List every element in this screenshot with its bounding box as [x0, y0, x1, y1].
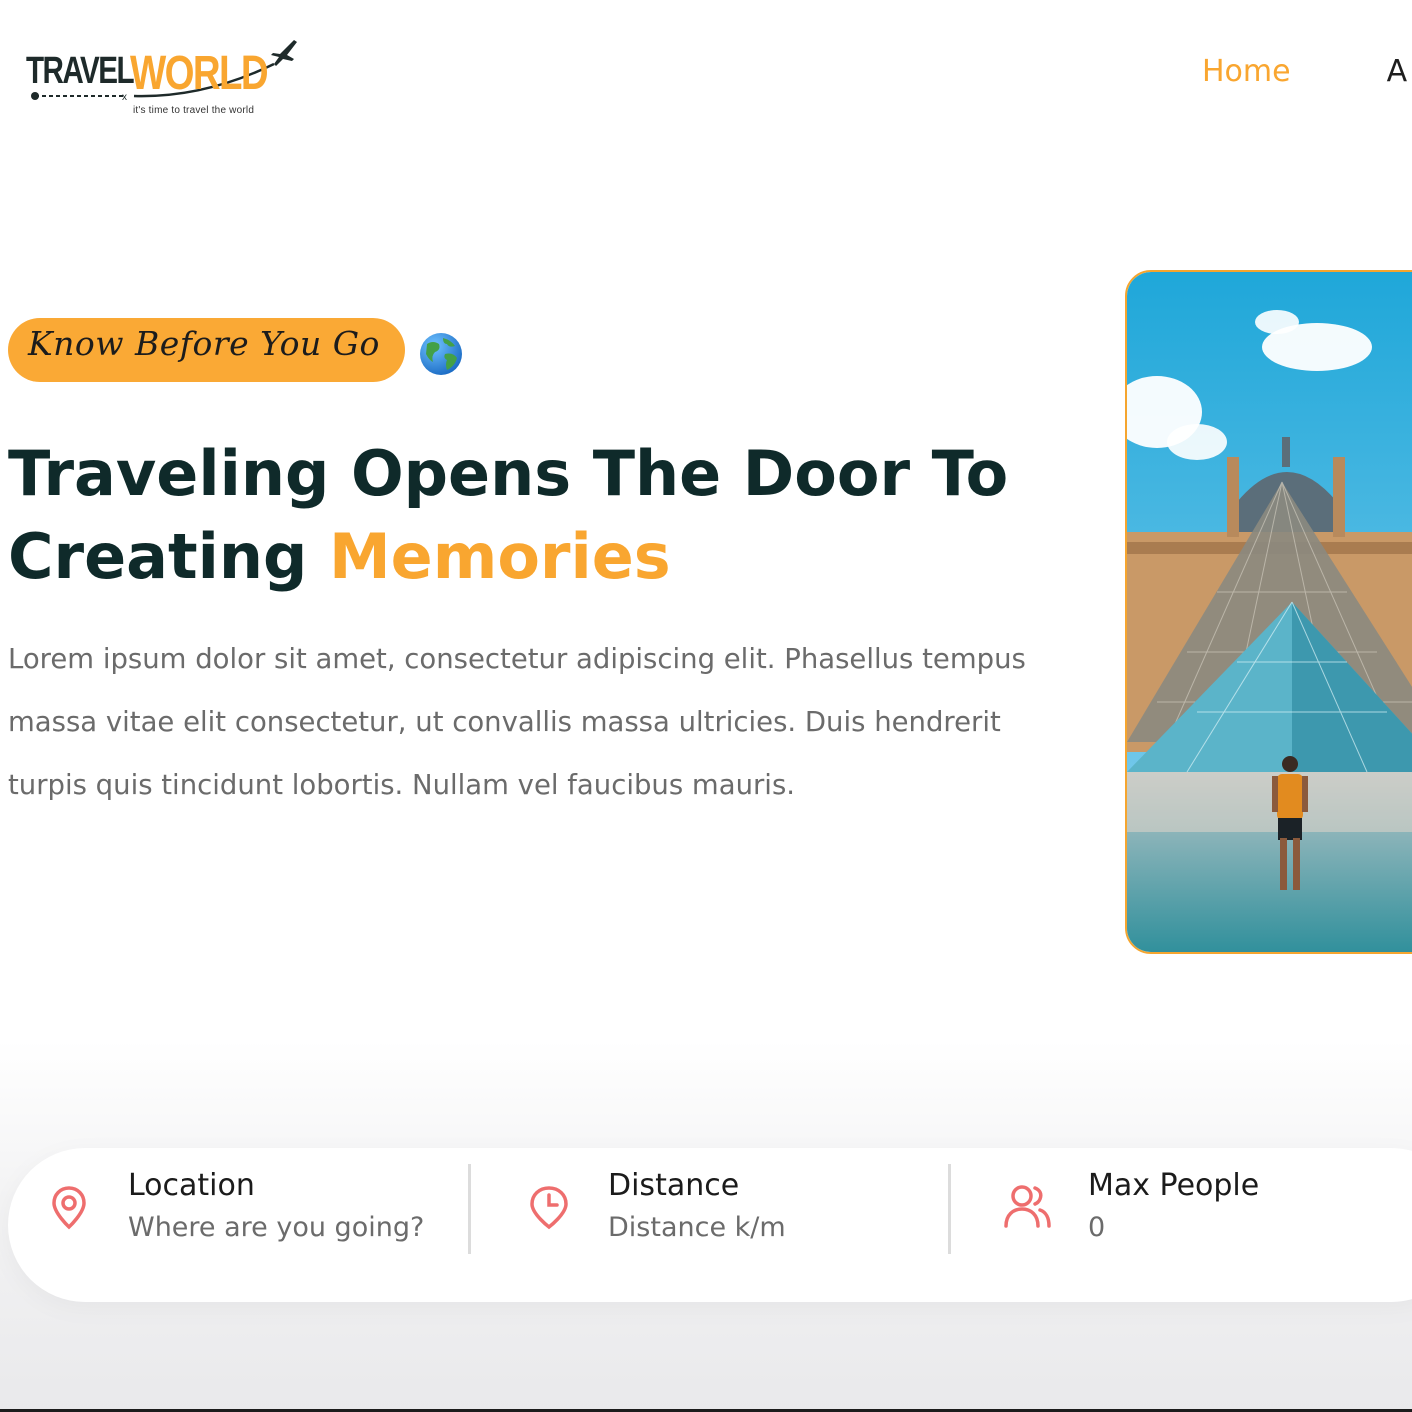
main-nav: Home A [1202, 54, 1407, 89]
hero-title: Traveling Opens The Door To Creating Mem… [8, 432, 1008, 598]
hero-badge: Know Before You Go [8, 318, 405, 382]
logo-tagline: it's time to travel the world [133, 105, 255, 116]
louvre-photo [1127, 272, 1412, 952]
nav-item-about[interactable]: A [1387, 54, 1408, 89]
hero-image [1125, 270, 1412, 954]
clock-pin-icon [530, 1186, 568, 1230]
distance-label: Distance [608, 1168, 740, 1203]
page: x TRAVEL WORLD it's time to travel the w… [0, 0, 1412, 1412]
field-divider [468, 1164, 471, 1254]
distance-input[interactable] [608, 1212, 928, 1243]
search-bar: Location Distance Max People [8, 1148, 1412, 1302]
location-label: Location [128, 1168, 255, 1203]
svg-text:x: x [122, 92, 127, 103]
globe-icon [420, 333, 462, 375]
map-pin-icon [52, 1186, 86, 1230]
hero-title-highlight: Memories [328, 520, 671, 593]
field-divider [948, 1164, 951, 1254]
hero-title-line2: Creating [8, 520, 329, 593]
hero-description: Lorem ipsum dolor sit amet, consectetur … [8, 643, 1026, 801]
max-people-input[interactable] [1088, 1212, 1408, 1243]
brand-logo[interactable]: x TRAVEL WORLD it's time to travel the w… [24, 36, 304, 120]
badge-text: Know Before You Go [28, 324, 380, 363]
group-icon [1004, 1185, 1051, 1228]
logo-text-travel: TRAVEL [26, 50, 135, 92]
search-field-location: Location [44, 1148, 464, 1302]
location-input[interactable] [128, 1212, 448, 1243]
search-field-max-people: Max People [1002, 1148, 1412, 1302]
logo-text-world: WORLD [130, 47, 269, 100]
nav-item-home[interactable]: Home [1202, 54, 1291, 89]
search-field-distance: Distance [524, 1148, 944, 1302]
max-people-label: Max People [1088, 1168, 1260, 1203]
hero-title-line1: Traveling Opens The Door To [8, 437, 1009, 510]
